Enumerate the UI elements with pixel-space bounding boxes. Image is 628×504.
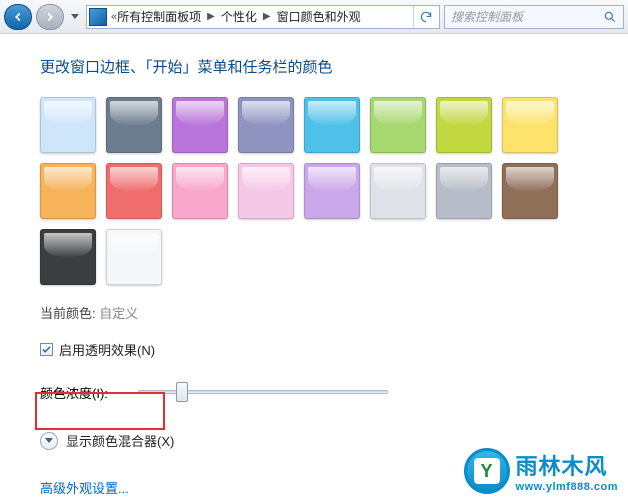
history-dropdown[interactable] — [68, 6, 82, 28]
intensity-slider[interactable] — [138, 381, 388, 403]
transparency-checkbox[interactable]: 启用透明效果(N) — [40, 340, 628, 359]
color-swatch-5[interactable] — [370, 97, 426, 153]
color-swatch-0[interactable] — [40, 97, 96, 153]
color-swatch-6[interactable] — [436, 97, 492, 153]
back-button[interactable] — [4, 4, 32, 30]
color-swatch-16[interactable] — [40, 229, 96, 285]
control-panel-icon — [89, 8, 107, 26]
forward-button[interactable] — [36, 4, 64, 30]
annotation-highlight — [35, 392, 165, 430]
current-color-row: 当前颜色: 自定义 — [40, 303, 628, 322]
watermark-cn: 雨林木风 — [516, 449, 618, 481]
color-swatch-3[interactable] — [238, 97, 294, 153]
expand-button[interactable] — [40, 432, 58, 450]
search-input[interactable]: 搜索控制面板 — [444, 5, 624, 29]
watermark: Y 雨林木风 www.ylmf888.com — [464, 448, 618, 494]
color-swatch-2[interactable] — [172, 97, 228, 153]
advanced-settings-link[interactable]: 高级外观设置... — [40, 478, 129, 497]
watermark-badge: Y — [464, 448, 510, 494]
color-swatch-14[interactable] — [436, 163, 492, 219]
color-swatch-10[interactable] — [172, 163, 228, 219]
color-swatch-1[interactable] — [106, 97, 162, 153]
color-swatch-4[interactable] — [304, 97, 360, 153]
refresh-button[interactable] — [413, 6, 437, 28]
mixer-label: 显示颜色混合器(X) — [66, 431, 174, 450]
color-swatch-9[interactable] — [106, 163, 162, 219]
page-title: 更改窗口边框、「开始」菜单和任务栏的颜色 — [40, 56, 628, 77]
color-swatch-17[interactable] — [106, 229, 162, 285]
search-placeholder: 搜索控制面板 — [451, 8, 523, 25]
current-color-value: 自定义 — [99, 306, 138, 321]
watermark-text: 雨林木风 www.ylmf888.com — [516, 449, 618, 493]
slider-thumb[interactable] — [176, 382, 188, 402]
checkmark-icon — [41, 344, 52, 355]
color-swatch-7[interactable] — [502, 97, 558, 153]
breadcrumb-root[interactable]: 所有控制面板项 — [117, 8, 201, 25]
chevron-right-icon: ▶ — [207, 11, 215, 22]
checkbox-icon — [40, 343, 53, 356]
arrow-left-icon — [11, 10, 25, 24]
color-swatches — [40, 97, 600, 285]
content-area: 更改窗口边框、「开始」菜单和任务栏的颜色 当前颜色: 自定义 启用透明效果(N)… — [0, 34, 628, 504]
color-swatch-15[interactable] — [502, 163, 558, 219]
refresh-icon — [419, 10, 433, 24]
watermark-url: www.ylmf888.com — [516, 481, 618, 493]
color-swatch-13[interactable] — [370, 163, 426, 219]
address-toolbar: « 所有控制面板项 ▶ 个性化 ▶ 窗口颜色和外观 搜索控制面板 — [0, 0, 628, 34]
breadcrumb-leaf: 窗口颜色和外观 — [277, 8, 361, 25]
chevron-right-icon: ▶ — [263, 11, 271, 22]
color-swatch-8[interactable] — [40, 163, 96, 219]
sprout-icon: Y — [474, 458, 500, 484]
current-color-label: 当前颜色: — [40, 306, 96, 321]
chevron-down-icon — [45, 438, 53, 444]
breadcrumb[interactable]: « 所有控制面板项 ▶ 个性化 ▶ 窗口颜色和外观 — [86, 5, 440, 29]
color-swatch-11[interactable] — [238, 163, 294, 219]
breadcrumb-mid[interactable]: 个性化 — [221, 8, 257, 25]
transparency-label: 启用透明效果(N) — [59, 340, 155, 359]
chevron-down-icon — [71, 14, 79, 20]
arrow-right-icon — [43, 10, 57, 24]
color-swatch-12[interactable] — [304, 163, 360, 219]
search-icon — [603, 10, 617, 24]
